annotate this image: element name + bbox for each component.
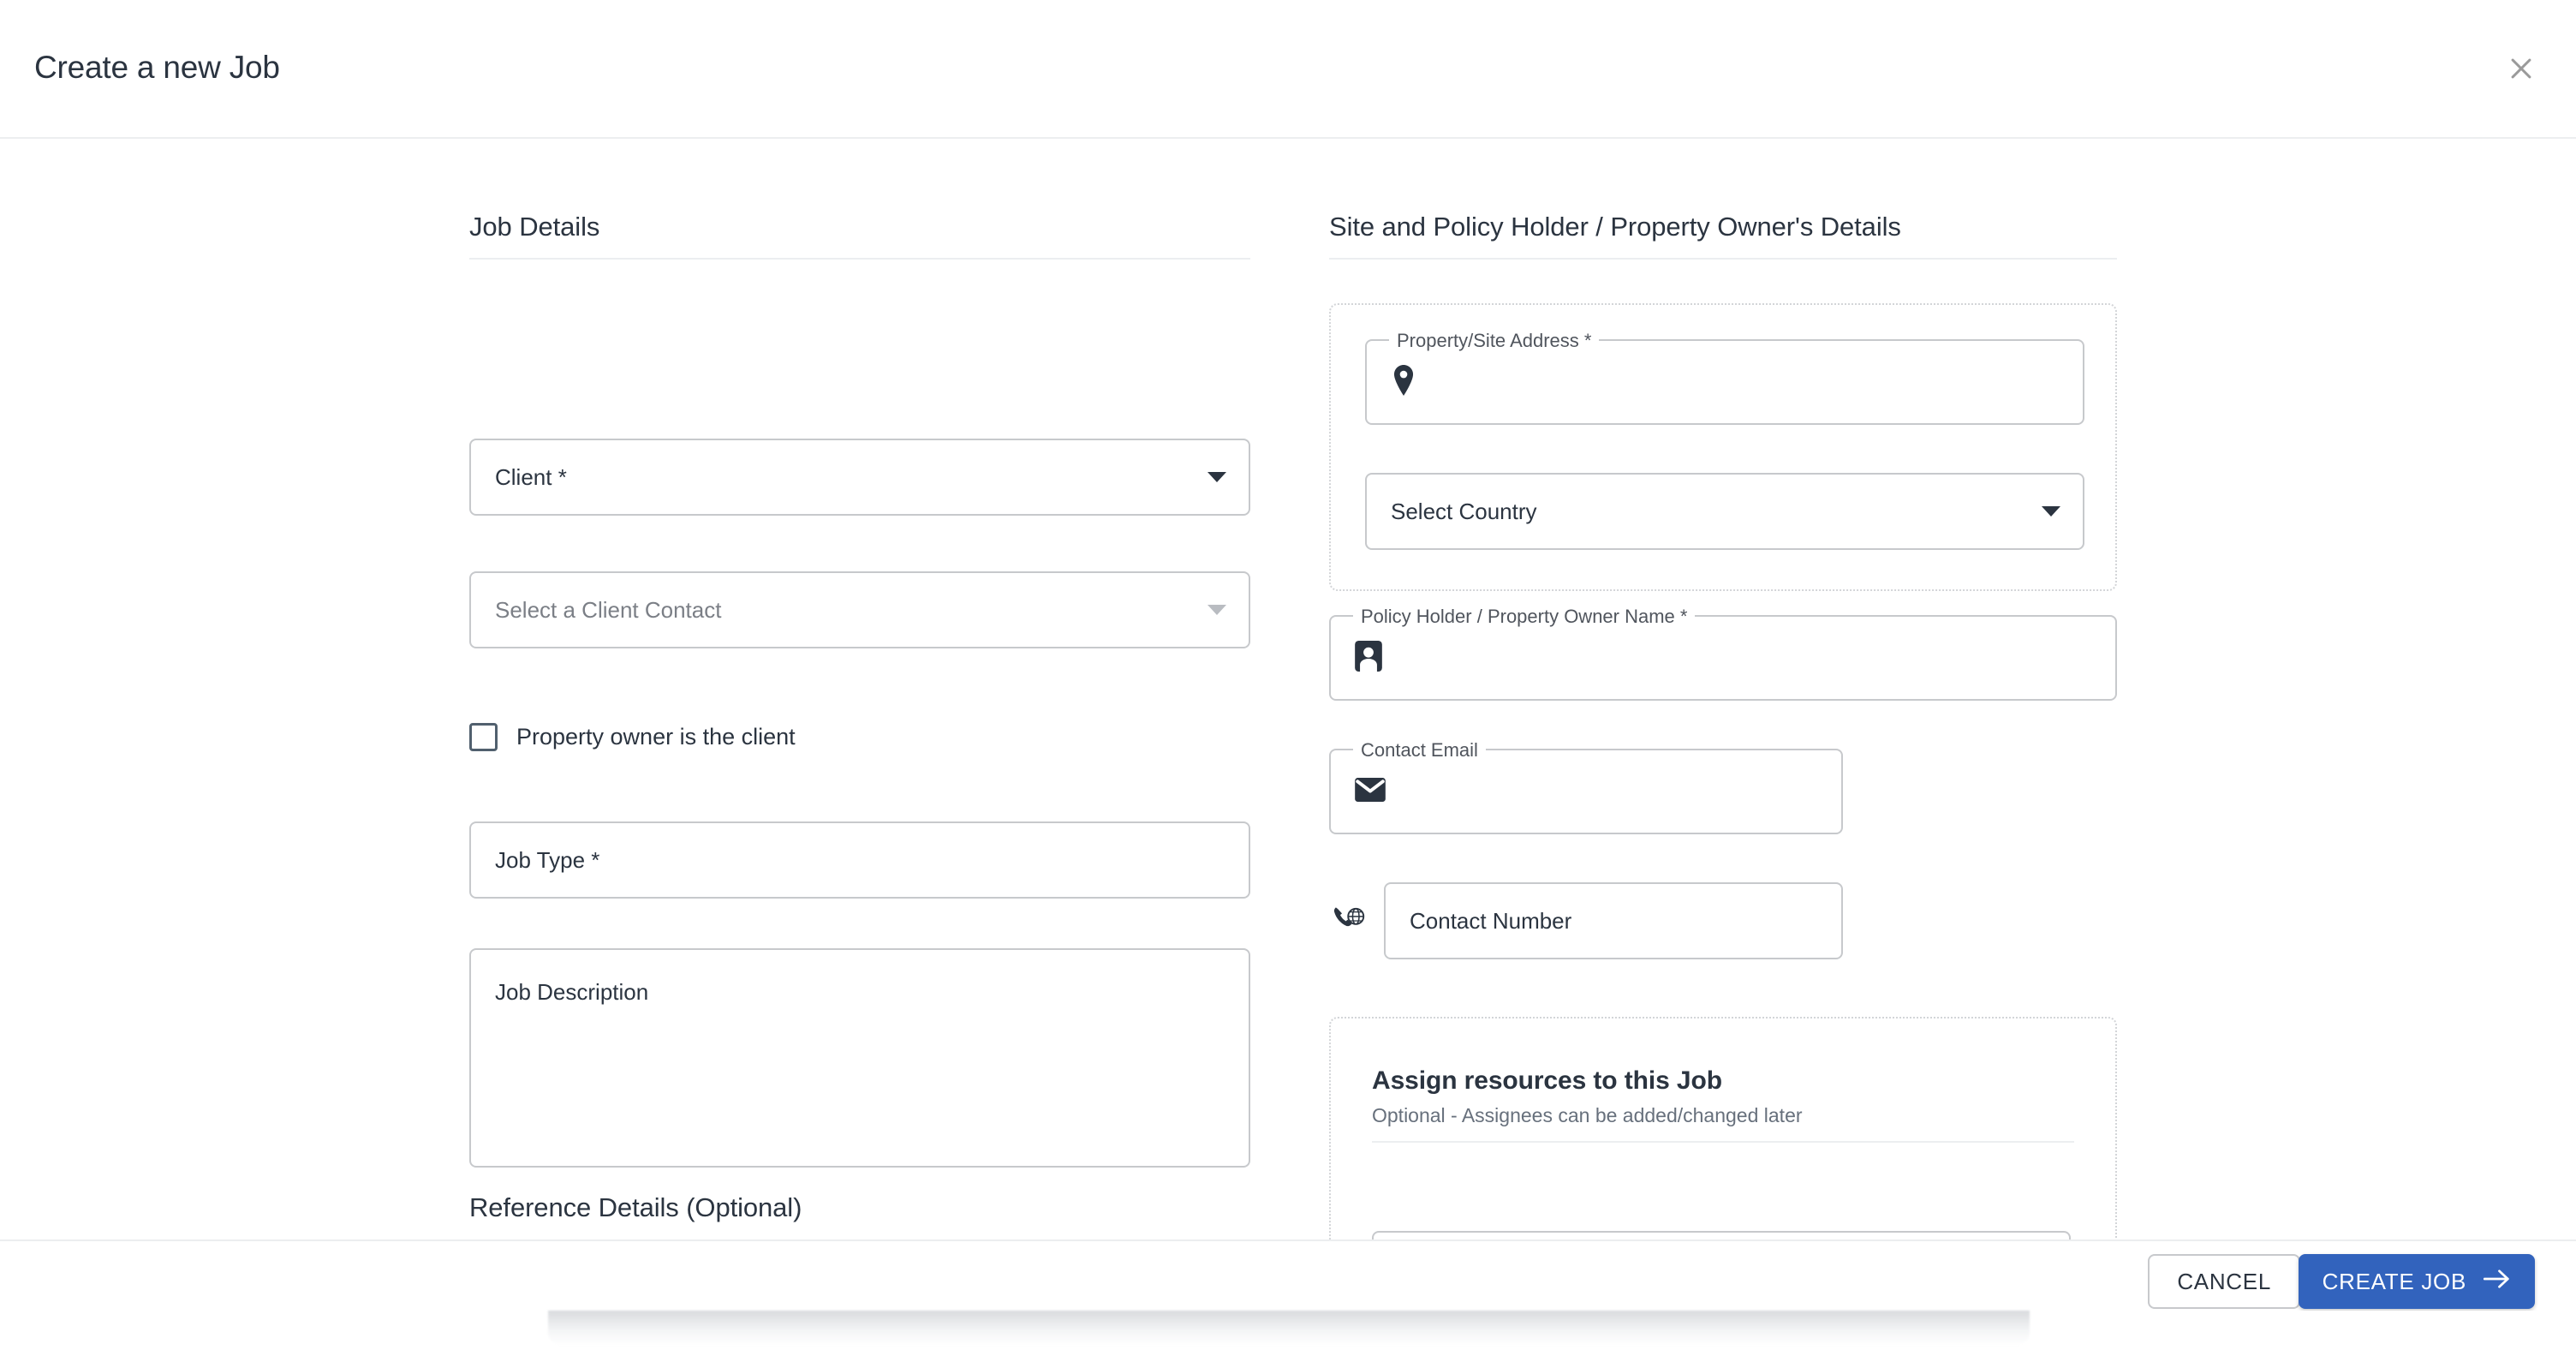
create-job-dialog: Create a new Job Job Details Client * Se…: [0, 0, 2576, 1311]
policy-holder-name-legend: Policy Holder / Property Owner Name *: [1353, 606, 1696, 628]
chevron-down-icon: [1208, 605, 1226, 615]
policy-holder-name-field[interactable]: Policy Holder / Property Owner Name *: [1329, 606, 2117, 701]
assign-resources-panel: Assign resources to this Job Optional - …: [1329, 1017, 2117, 1239]
divider: [1372, 1141, 2074, 1143]
site-details-heading: Site and Policy Holder / Property Owner'…: [1329, 212, 1901, 242]
job-description-label: Job Description: [495, 979, 649, 1005]
property-owner-is-client-label: Property owner is the client: [516, 724, 796, 750]
client-contact-select[interactable]: Select a Client Contact: [469, 571, 1250, 648]
envelope-icon: [1355, 777, 1386, 806]
client-select[interactable]: Client *: [469, 439, 1250, 516]
client-select-label: Client *: [495, 463, 567, 490]
create-job-button-label: CREATE JOB: [2322, 1268, 2466, 1294]
dialog-footer: CANCEL CREATE JOB: [0, 1239, 2576, 1311]
property-site-address-field[interactable]: Property/Site Address *: [1365, 330, 2084, 425]
close-button[interactable]: [2494, 41, 2549, 96]
job-details-heading-block: Job Details: [469, 212, 1250, 260]
client-contact-select-label: Select a Client Contact: [495, 596, 722, 623]
arrow-right-icon: [2483, 1268, 2511, 1296]
close-icon: [2507, 54, 2536, 83]
create-job-button[interactable]: CREATE JOB: [2298, 1254, 2535, 1309]
contact-number-label: Contact Number: [1410, 907, 1572, 934]
assign-resources-header: Assign resources to this Job Optional - …: [1372, 1066, 2074, 1143]
job-description-field[interactable]: Job Description: [469, 948, 1250, 1168]
reference-details-heading: Reference Details (Optional): [469, 1192, 802, 1222]
business-supplier-select[interactable]: Select a Business Supplier: [1372, 1231, 2071, 1239]
assign-resources-title: Assign resources to this Job: [1372, 1066, 1722, 1095]
country-select[interactable]: Select Country: [1365, 473, 2084, 550]
chevron-down-icon: [1208, 472, 1226, 482]
cancel-button[interactable]: CANCEL: [2148, 1254, 2300, 1309]
assign-resources-subtitle: Optional - Assignees can be added/change…: [1372, 1104, 1803, 1126]
contact-number-row: Contact Number: [1329, 882, 1843, 959]
contact-email-field[interactable]: Contact Email: [1329, 739, 1843, 834]
property-owner-is-client-checkbox[interactable]: Property owner is the client: [469, 723, 796, 751]
contact-number-input[interactable]: Contact Number: [1384, 882, 1843, 959]
job-details-heading: Job Details: [469, 212, 600, 242]
dialog-header: Create a new Job: [0, 0, 2576, 139]
property-site-address-legend: Property/Site Address *: [1389, 330, 1600, 352]
contact-email-legend: Contact Email: [1353, 739, 1486, 762]
divider: [1329, 258, 2117, 260]
map-pin-icon: [1391, 364, 1416, 400]
job-type-field[interactable]: Job Type *: [469, 821, 1250, 899]
checkbox-box-icon: [469, 723, 498, 751]
job-type-label: Job Type *: [495, 846, 600, 873]
cancel-button-label: CANCEL: [2177, 1268, 2271, 1294]
chevron-down-icon: [2042, 506, 2060, 517]
page-title: Create a new Job: [34, 50, 280, 85]
country-select-label: Select Country: [1391, 498, 1537, 524]
contact-card-icon: [1355, 640, 1382, 676]
divider: [469, 258, 1250, 260]
dialog-drop-shadow: [548, 1311, 2030, 1345]
address-group: Property/Site Address * Select Country: [1329, 303, 2117, 591]
site-details-heading-block: Site and Policy Holder / Property Owner'…: [1329, 212, 2117, 260]
dialog-body: Job Details Client * Select a Client Con…: [0, 139, 2576, 1239]
phone-globe-icon: [1333, 905, 1365, 938]
